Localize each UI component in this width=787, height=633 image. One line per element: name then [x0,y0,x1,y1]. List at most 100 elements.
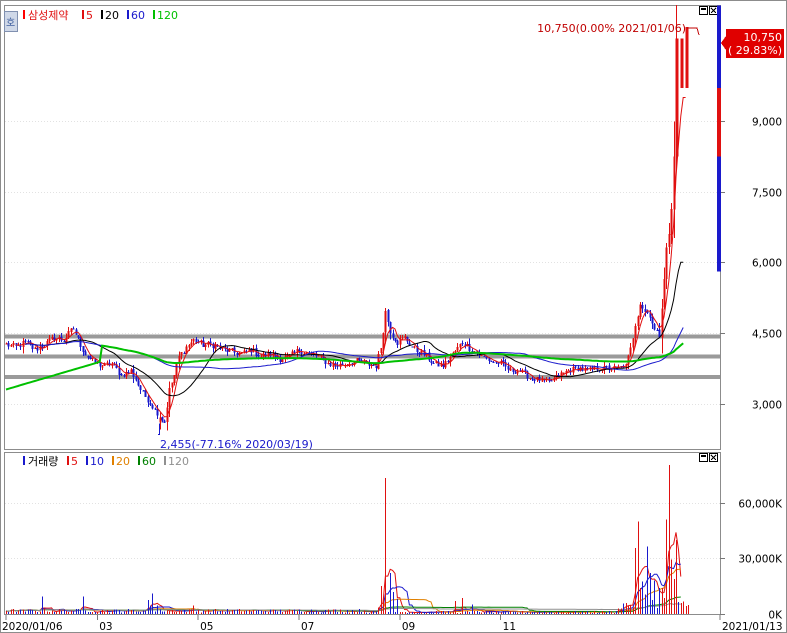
volume-bar [498,612,500,614]
volume-bar [176,611,178,614]
price-plot-area [4,5,721,450]
volume-bar [174,611,176,614]
candle-body [317,355,320,357]
candle-body [653,324,656,330]
candle-body [89,356,92,359]
volume-bar [164,611,166,614]
volume-bar [530,612,532,614]
volume-bar [299,609,301,614]
volume-bar [56,611,58,614]
side-icon[interactable]: 호 [4,11,18,32]
volume-bar [318,611,320,614]
candle-body [127,372,130,374]
volume-bar [294,609,296,614]
volume-bar [78,609,80,614]
maximize-icon[interactable] [699,453,708,462]
volume-bar [457,612,459,614]
legend-label: 60 [142,455,156,468]
volume-bar [330,611,332,614]
volume-bar [666,519,668,614]
legend-label: 5 [71,455,78,468]
date-tick-label: 03 [99,621,112,633]
volume-bar [357,612,359,614]
candle-body [629,347,632,355]
volume-bar [232,609,234,614]
candle-body [447,360,450,362]
volume-bar [664,598,666,614]
candle-body [370,364,373,366]
candle-body [226,349,229,353]
svg-text:호: 호 [6,17,15,29]
volume-bar [126,610,128,614]
volume-bar [371,610,373,614]
volume-bar [268,612,270,614]
candle-body [665,247,668,280]
candle-body [257,354,260,357]
volume-bar [136,611,138,614]
candle-body [298,349,301,351]
volume-bar [633,607,635,614]
candle-body [610,369,613,371]
volume-bar [246,610,248,614]
volume-bar [481,612,483,614]
volume-bar [35,611,37,614]
volume-bar [306,612,308,614]
volume-bar [157,605,159,614]
volume-bar [496,610,498,614]
legend-label: 60 [131,9,145,22]
candle-body [514,372,517,374]
close-icon[interactable] [709,453,718,462]
support-line [5,375,720,380]
volume-bar [551,612,553,614]
volume-bar [20,609,22,614]
volume-bar [364,610,366,614]
volume-bar [345,612,347,614]
volume-bar [234,610,236,614]
volume-bar [25,611,27,614]
volume-bar [128,609,130,614]
volume-bar [321,612,323,614]
volume-bar [40,611,42,614]
volume-bar [448,611,450,614]
candle-body [139,385,142,390]
volume-bar [133,609,135,614]
volume-bar [76,609,78,614]
candle-body [149,402,152,405]
candle-body [509,368,512,371]
volume-bar [678,601,680,614]
volume-bar [191,609,193,614]
volume-bar [311,609,313,614]
volume-bar [287,610,289,614]
candle-body [135,376,138,381]
volume-bar [469,611,471,614]
volume-bar [405,611,407,614]
volume-bar [52,610,54,614]
volume-bar [83,596,85,614]
volume-bar [580,612,582,614]
volume-bar [561,611,563,614]
legend-bullet [23,456,25,465]
volume-bar [414,612,416,614]
volume-bar [373,611,375,614]
volume-bar [657,607,659,614]
volume-bar [546,612,548,614]
candle-body [456,346,459,351]
candle-body [48,338,51,341]
volume-bar [426,612,428,614]
candle-body [637,316,640,326]
candle-body [389,321,392,334]
volume-bar [289,609,291,614]
volume-bar [513,611,515,614]
volume-bar [647,546,649,614]
volume-bar [162,611,164,614]
candle-body [574,366,577,368]
legend-bullet [23,10,25,19]
volume-bar [645,594,647,614]
volume-bar [390,573,392,614]
close-icon[interactable] [709,6,718,15]
maximize-icon[interactable] [699,6,708,15]
candle-body [154,408,157,410]
candle-body [392,333,395,338]
volume-bar [263,611,265,614]
volume-bar [97,611,99,614]
